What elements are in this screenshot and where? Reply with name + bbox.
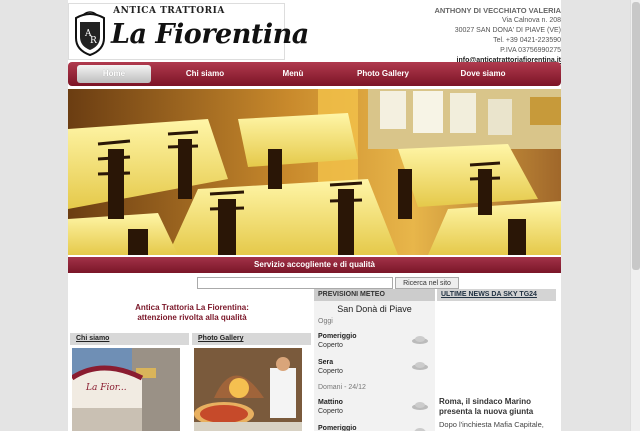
crest-icon: A R bbox=[75, 11, 105, 56]
site-logo[interactable]: A R ANTICA TRATTORIA La Fiorentina bbox=[68, 3, 309, 60]
intro-line-2: attenzione rivolta alla qualità bbox=[137, 313, 247, 322]
chi-siamo-box: Chi siamo La Fior... bbox=[70, 333, 189, 431]
news-headline-link[interactable]: Roma, il sindaco Marino presenta la nuov… bbox=[439, 397, 557, 417]
hero-photo bbox=[68, 89, 561, 255]
news-snippet: Dopo l'inchiesta Mafia Capitale, bbox=[439, 420, 544, 429]
photo-gallery-photo[interactable] bbox=[194, 348, 302, 431]
weather-title: PREVISIONI METEO bbox=[314, 289, 435, 301]
contact-piva: P.IVA 03756990275 bbox=[500, 47, 561, 54]
weather-box: PREVISIONI METEO San Donà di Piave Oggi … bbox=[314, 289, 435, 431]
photo-gallery-box: Photo Gallery bbox=[192, 333, 311, 431]
svg-text:R: R bbox=[90, 36, 97, 46]
page: A R ANTICA TRATTORIA La Fiorentina ANTHO… bbox=[68, 0, 561, 431]
photo-gallery-link[interactable]: Photo Gallery bbox=[192, 333, 311, 345]
slogan-bar: Servizio accogliente e di qualità bbox=[68, 257, 561, 273]
nav-dove-siamo[interactable]: Dove siamo bbox=[445, 65, 521, 83]
cloud-icon bbox=[412, 336, 428, 344]
page-scrollbar[interactable] bbox=[630, 0, 640, 431]
contact-street: Via Calnova n. 208 bbox=[501, 17, 561, 24]
nav-menu[interactable]: Menù bbox=[263, 65, 323, 83]
nav-home[interactable]: Home bbox=[77, 65, 151, 83]
search-input[interactable] bbox=[197, 277, 393, 289]
intro-text: Antica Trattoria La Fiorentina: attenzio… bbox=[112, 303, 272, 323]
logo-name: La Fiorentina bbox=[111, 19, 309, 50]
cloud-icon bbox=[412, 362, 428, 370]
weather-row: Mattino Coperto bbox=[314, 394, 435, 420]
chi-siamo-link[interactable]: Chi siamo bbox=[70, 333, 189, 345]
cloud-icon bbox=[412, 402, 428, 410]
weather-row: Sera Coperto bbox=[314, 354, 435, 380]
contact-block: ANTHONY DI VECCHIATO VALERIA Via Calnova… bbox=[361, 6, 561, 66]
logo-tagline: ANTICA TRATTORIA bbox=[113, 6, 225, 16]
weather-day-today: Oggi bbox=[318, 318, 333, 325]
scrollbar-thumb[interactable] bbox=[632, 2, 640, 270]
svg-text:La Fior...: La Fior... bbox=[85, 383, 127, 393]
news-title-link[interactable]: ULTIME NEWS DA SKY TG24 bbox=[437, 289, 556, 301]
weather-day-tomorrow: Domani - 24/12 bbox=[318, 384, 366, 391]
nav-chi-siamo[interactable]: Chi siamo bbox=[163, 65, 247, 83]
main-nav: Home Chi siamo Menù Photo Gallery Dove s… bbox=[68, 62, 561, 86]
contact-owner: ANTHONY DI VECCHIATO VALERIA bbox=[434, 6, 561, 15]
search-row: Ricerca nel sito bbox=[197, 277, 459, 289]
search-button[interactable]: Ricerca nel sito bbox=[395, 277, 459, 289]
nav-photo-gallery[interactable]: Photo Gallery bbox=[341, 65, 425, 83]
intro-line-1: Antica Trattoria La Fiorentina: bbox=[135, 303, 249, 312]
weather-row: Pomeriggio bbox=[314, 420, 435, 431]
weather-city: San Donà di Piave bbox=[337, 304, 412, 314]
contact-tel: Tel. +39 0421-223590 bbox=[493, 37, 561, 44]
chi-siamo-photo[interactable]: La Fior... bbox=[72, 348, 180, 431]
news-box: ULTIME NEWS DA SKY TG24 Roma, il sindaco… bbox=[437, 289, 558, 431]
contact-city: 30027 SAN DONA' DI PIAVE (VE) bbox=[454, 27, 561, 34]
weather-row: Pomeriggio Coperto bbox=[314, 328, 435, 354]
